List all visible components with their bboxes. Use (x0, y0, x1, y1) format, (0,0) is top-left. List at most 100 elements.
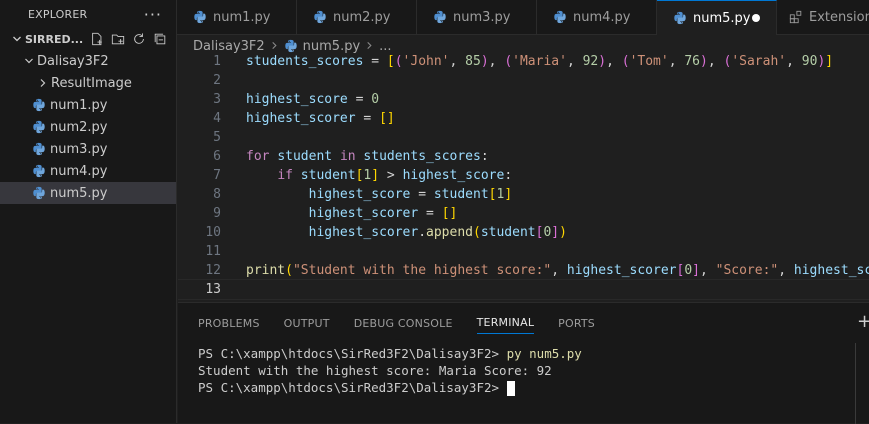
code-line[interactable]: 7 if student[1] > highest_score: (178, 166, 869, 185)
code-text: print("Student with the highest score:",… (246, 263, 869, 278)
code-line[interactable]: 8 highest_score = student[1] (178, 185, 869, 204)
tab-extension[interactable]: Extension: (777, 0, 869, 34)
tab-label: num3.py (453, 9, 511, 25)
code-line[interactable]: 11 (178, 242, 869, 261)
terminal-result: Student with the highest score: Maria Sc… (198, 363, 552, 378)
tab-label: num4.py (573, 9, 631, 25)
line-number: 13 (205, 282, 221, 297)
tab-label: num5.py (693, 10, 751, 26)
file-label: num5.py (50, 185, 108, 201)
code-line[interactable]: 10 highest_scorer.append(student[0]) (178, 223, 869, 242)
code-text: if student[1] > highest_score: (277, 168, 513, 183)
line-number: 2 (213, 73, 221, 88)
line-number: 11 (205, 244, 221, 259)
code-text: highest_scorer = [] (246, 111, 395, 126)
code-editor[interactable]: 1 students_scores = [('John', 85), ('Mari… (178, 52, 869, 302)
code-text: highest_score = student[1] (308, 187, 513, 202)
extensions-icon (789, 10, 803, 24)
tab-ports[interactable]: PORTS (558, 313, 595, 334)
line-number: 4 (213, 111, 221, 126)
terminal-cursor (506, 381, 515, 396)
file-num2[interactable]: num2.py (0, 116, 176, 138)
code-line[interactable]: 12 print("Student with the highest score:… (178, 261, 869, 280)
file-num3[interactable]: num3.py (0, 138, 176, 160)
tab-num5[interactable]: num5.py (657, 0, 777, 35)
workspace-root-label: SIRRED... (25, 32, 84, 46)
line-number: 12 (205, 263, 221, 278)
code-line[interactable]: 13 (178, 279, 869, 300)
python-file-icon (32, 142, 46, 156)
line-number: 1 (213, 54, 221, 69)
python-file-icon (32, 98, 46, 112)
code-text: highest_scorer = [] (308, 206, 458, 221)
file-num1[interactable]: num1.py (0, 94, 176, 116)
tab-problems[interactable]: PROBLEMS (198, 313, 260, 334)
tab-label: num2.py (333, 9, 391, 25)
python-file-icon (193, 10, 207, 24)
code-line[interactable]: 3 highest_score = 0 (178, 90, 869, 109)
code-text: students_scores = [('John', 85), ('Maria… (246, 54, 834, 69)
code-line[interactable]: 1 students_scores = [('John', 85), ('Mari… (178, 52, 869, 71)
tab-num2[interactable]: num2.py (297, 0, 417, 34)
file-label: num3.py (50, 141, 108, 157)
code-text: for student in students_scores: (246, 149, 489, 164)
code-line[interactable]: 9 highest_scorer = [] (178, 204, 869, 223)
python-file-icon (313, 10, 327, 24)
terminal-line: Student with the highest score: Maria Sc… (198, 362, 582, 379)
line-number: 6 (213, 149, 221, 164)
chevron-right-icon (270, 40, 279, 53)
chevron-right-icon (365, 40, 374, 53)
code-text: highest_score = 0 (246, 92, 380, 107)
terminal-output[interactable]: PS C:\xampp\htdocs\SirRed3F2\Dalisay3F2>… (198, 345, 582, 396)
chevron-down-icon (21, 56, 37, 66)
tab-label: Extension: (809, 9, 869, 25)
folder-label: Dalisay3F2 (37, 53, 109, 69)
python-file-icon (553, 10, 567, 24)
terminal-line: PS C:\xampp\htdocs\SirRed3F2\Dalisay3F2> (198, 379, 582, 396)
file-label: num1.py (50, 97, 108, 113)
folder-dalisay3f2[interactable]: Dalisay3F2 (0, 50, 176, 72)
new-file-icon[interactable] (89, 31, 105, 47)
collapse-all-icon[interactable] (152, 31, 168, 47)
unsaved-dot-icon[interactable] (752, 14, 760, 22)
line-number: 9 (213, 206, 221, 221)
code-line[interactable]: 2 (178, 71, 869, 90)
line-number: 3 (213, 92, 221, 107)
refresh-icon[interactable] (131, 31, 147, 47)
editor-tab-bar: num1.py num2.py num3.py num4.py num5.py … (177, 0, 869, 35)
terminal-scrollbar[interactable] (855, 343, 856, 424)
folder-resultimage[interactable]: ResultImage (0, 72, 176, 94)
code-line[interactable]: 4 highest_scorer = [] (178, 109, 869, 128)
bottom-panel: PROBLEMS OUTPUT DEBUG CONSOLE TERMINAL P… (178, 302, 869, 424)
python-file-icon (284, 39, 298, 53)
file-num5[interactable]: num5.py (0, 182, 176, 204)
tab-num3[interactable]: num3.py (417, 0, 537, 34)
tab-num1[interactable]: num1.py (177, 0, 297, 34)
workspace-root[interactable]: SIRRED... (0, 28, 176, 50)
folder-label: ResultImage (51, 75, 132, 91)
python-file-icon (32, 120, 46, 134)
terminal-command: py num5.py (506, 346, 582, 361)
tab-num4[interactable]: num4.py (537, 0, 657, 34)
line-number: 7 (213, 168, 221, 183)
code-line[interactable]: 5 (178, 128, 869, 147)
file-label: num4.py (50, 163, 108, 179)
panel-tab-bar: PROBLEMS OUTPUT DEBUG CONSOLE TERMINAL P… (178, 303, 869, 343)
code-line[interactable]: 6 for student in students_scores: (178, 147, 869, 166)
more-actions-icon[interactable]: ··· (144, 5, 162, 24)
python-file-icon (433, 10, 447, 24)
python-file-icon (32, 164, 46, 178)
chevron-down-icon (9, 34, 25, 44)
line-number: 8 (213, 187, 221, 202)
file-num4[interactable]: num4.py (0, 160, 176, 182)
explorer-header: EXPLORER ··· (0, 0, 176, 28)
terminal-prompt: PS C:\xampp\htdocs\SirRed3F2\Dalisay3F2> (198, 346, 507, 361)
tab-debug-console[interactable]: DEBUG CONSOLE (354, 313, 453, 334)
terminal-line: PS C:\xampp\htdocs\SirRed3F2\Dalisay3F2>… (198, 345, 582, 362)
new-folder-icon[interactable] (110, 31, 126, 47)
code-text: highest_scorer.append(student[0]) (308, 225, 567, 240)
tab-terminal[interactable]: TERMINAL (476, 312, 535, 334)
tab-output[interactable]: OUTPUT (284, 313, 330, 334)
explorer-title: EXPLORER (28, 7, 88, 21)
new-terminal-icon[interactable]: + (857, 313, 869, 331)
